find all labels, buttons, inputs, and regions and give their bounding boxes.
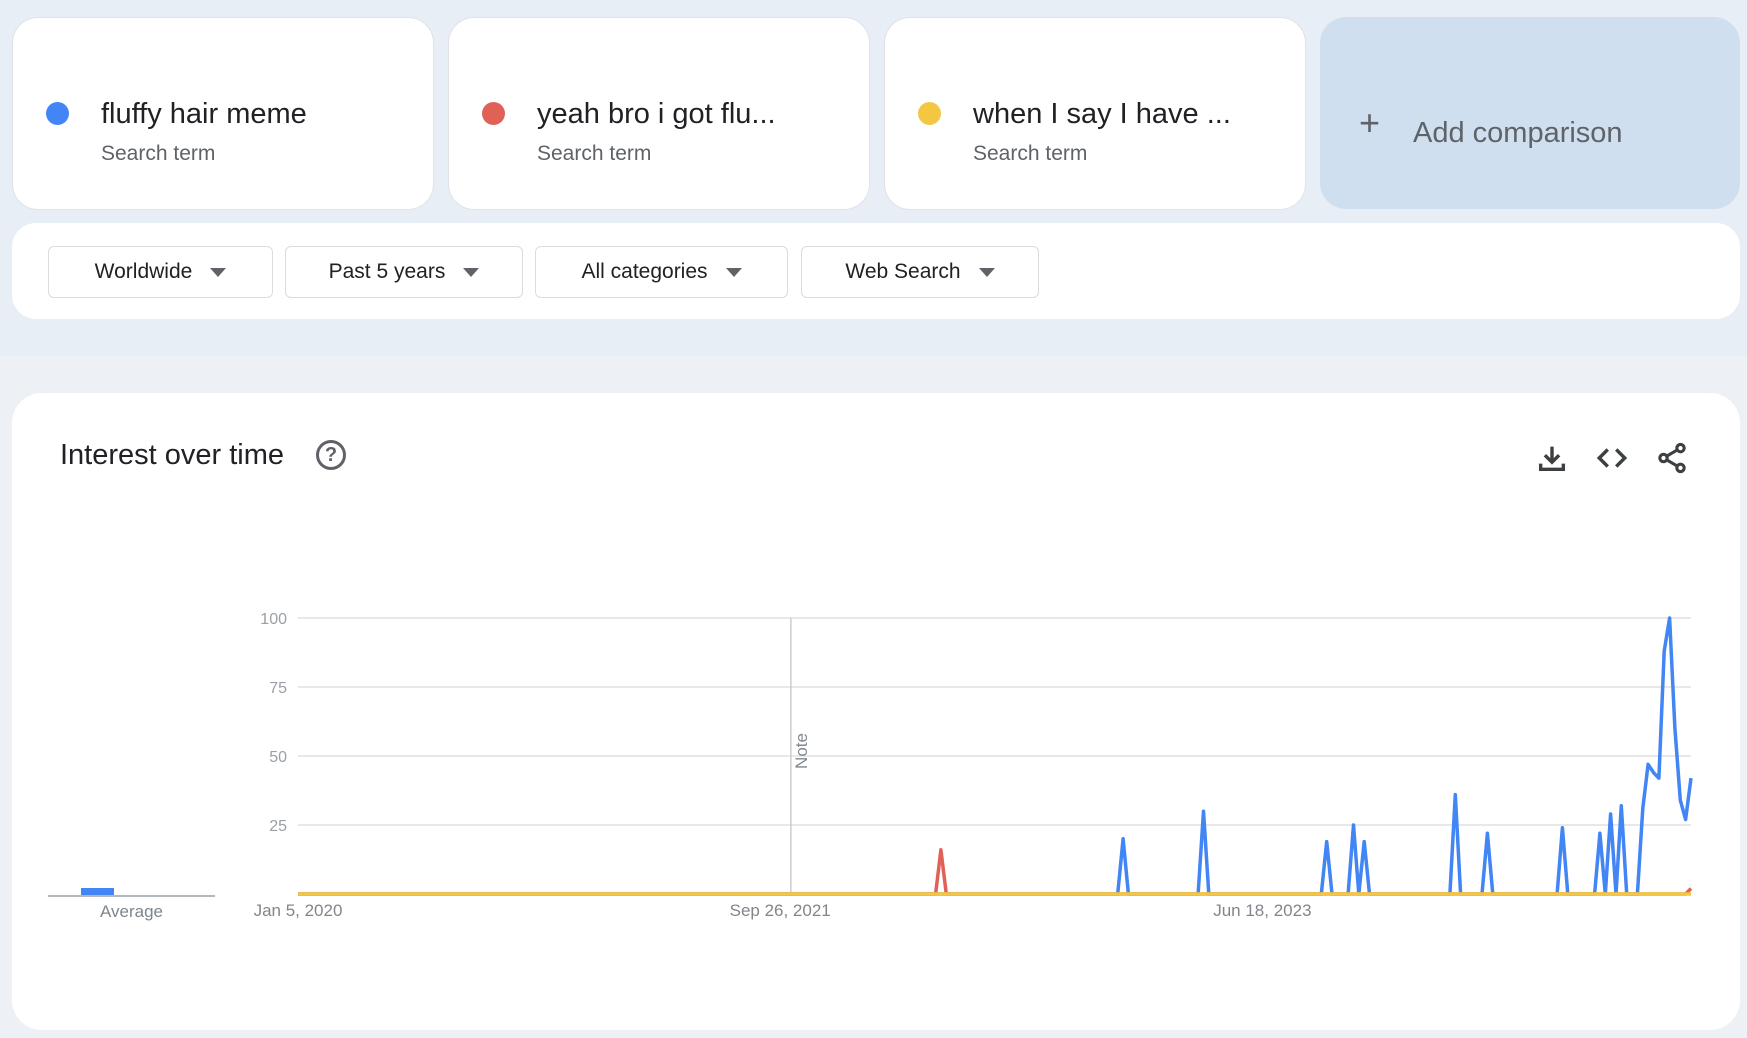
average-label: Average	[100, 902, 163, 921]
note-label: Note	[792, 733, 811, 769]
chart-labels: 25 50 75 100 Jan 5, 2020 Sep 26, 2021 Jun 18, …	[254, 611, 1312, 920]
x-tick-label: Jun 18, 2023	[1213, 901, 1311, 920]
y-tick-label: 25	[269, 818, 287, 835]
average-panel: Average	[48, 888, 215, 921]
x-tick-label: Jan 5, 2020	[254, 901, 343, 920]
y-tick-label: 100	[260, 611, 287, 628]
y-tick-label: 50	[269, 749, 287, 766]
y-tick-label: 75	[269, 680, 287, 697]
average-bar-1	[81, 888, 114, 895]
x-tick-label: Sep 26, 2021	[730, 901, 831, 920]
chart-grid	[298, 617, 1691, 895]
interest-chart: Average 25 50 75 100 Jan 5, 2020 Sep 26, 2021…	[48, 611, 1693, 921]
